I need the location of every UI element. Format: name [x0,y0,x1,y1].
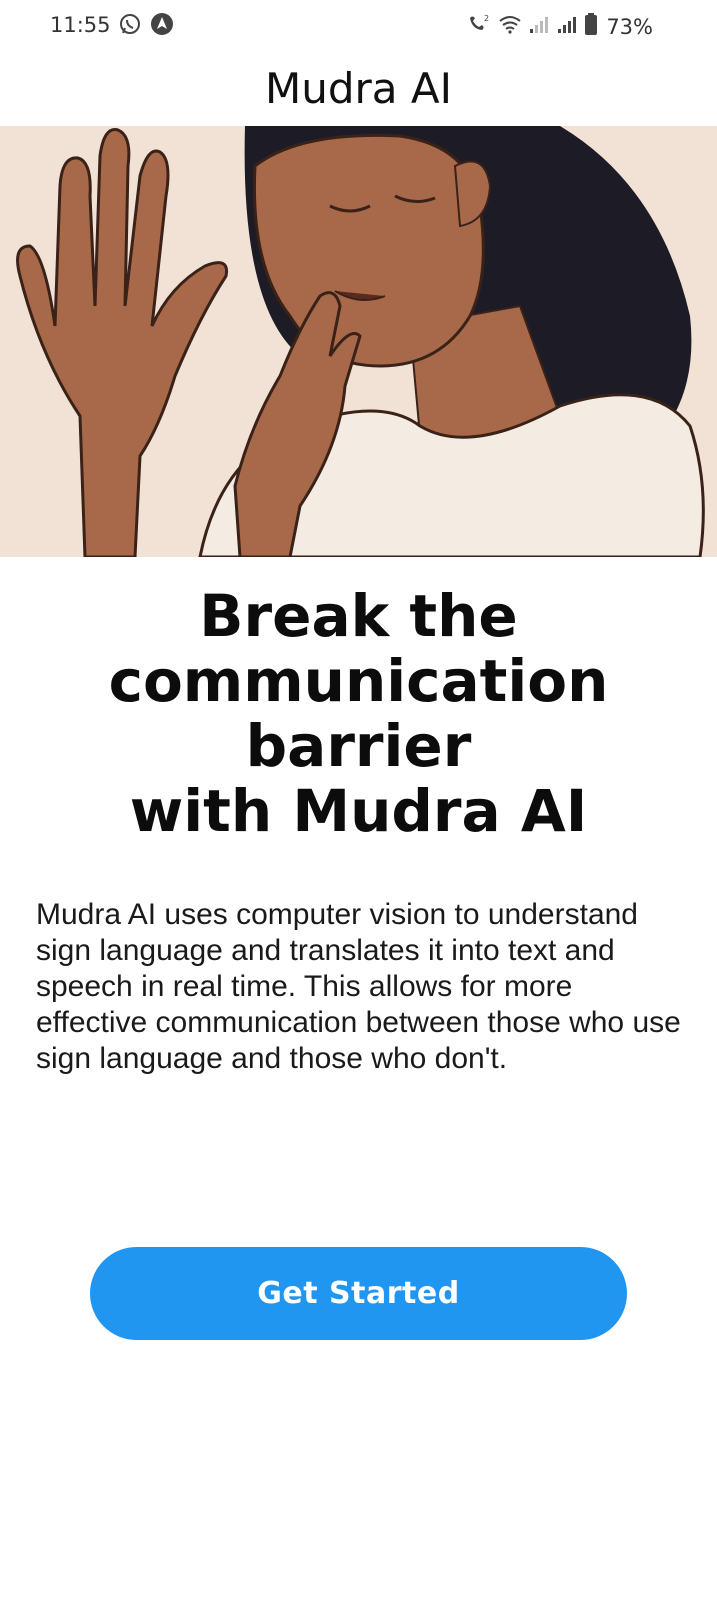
headline: Break the communication barrier with Mud… [0,584,717,844]
battery-icon [584,12,598,41]
whatsapp-icon [118,12,142,41]
wifi-call-icon: 2 [466,12,492,41]
headline-line-3: barrier [245,712,472,780]
headline-line-1: Break the [199,582,518,650]
navigation-icon [150,12,174,41]
battery-percentage: 73% [606,14,653,39]
signal-icon [556,12,578,41]
status-left-icons [118,12,174,41]
signal-weak-icon [528,12,550,41]
status-bar: 11:55 2 73% [0,0,717,52]
hero-illustration [0,126,717,557]
status-right-icons: 2 73% [466,12,653,41]
description-text: Mudra AI uses computer vision to underst… [36,898,681,1075]
app-title: Mudra AI [265,64,452,113]
headline-line-4: with Mudra AI [129,777,588,845]
status-time: 11:55 [50,13,111,37]
get-started-button[interactable]: Get Started [90,1247,627,1340]
svg-text:2: 2 [484,14,489,23]
wifi-icon [498,12,522,41]
headline-line-2: communication [108,647,609,715]
